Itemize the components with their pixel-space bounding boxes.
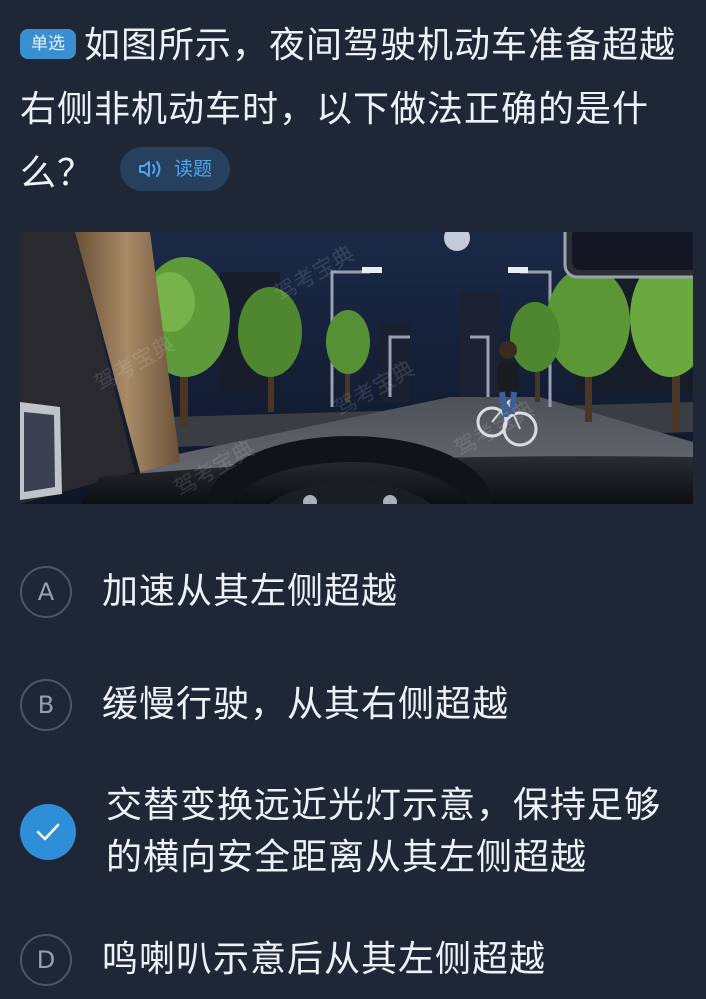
option-a[interactable]: A 加速从其左侧超越: [20, 566, 690, 618]
read-question-button[interactable]: 读题: [120, 147, 231, 191]
option-letter: B: [20, 679, 72, 731]
question-block: 单选 如图所示，夜间驾驶机动车准备超越右侧非机动车时，以下做法正确的是什么？ 读题: [20, 14, 692, 206]
option-text: 交替变换远近光灯示意，保持足够的横向安全距离从其左侧超越: [106, 785, 662, 878]
question-type-badge: 单选: [20, 29, 76, 59]
option-b[interactable]: B 缓慢行驶，从其右侧超越: [20, 679, 690, 731]
read-question-label: 读题: [174, 158, 213, 180]
question-text: 如图所示，夜间驾驶机动车准备超越右侧非机动车时，以下做法正确的是什么？: [20, 25, 677, 194]
speaker-icon: [139, 161, 161, 177]
option-text: 鸣喇叭示意后从其左侧超越: [102, 939, 547, 980]
option-d[interactable]: D 鸣喇叭示意后从其左侧超越: [20, 934, 690, 986]
option-text: 缓慢行驶，从其右侧超越: [102, 684, 510, 725]
night-driving-scene: 驾考宝典 驾考宝典 驾考宝典 驾考宝典 驾考宝典: [20, 232, 693, 504]
option-text: 加速从其左侧超越: [102, 571, 399, 612]
option-letter: D: [20, 934, 72, 986]
option-c-selected[interactable]: 交替变换远近光灯示意，保持足够的横向安全距离从其左侧超越: [20, 780, 690, 884]
question-illustration: 驾考宝典 驾考宝典 驾考宝典 驾考宝典 驾考宝典: [20, 232, 693, 504]
option-letter: A: [20, 566, 72, 618]
check-icon: [20, 804, 76, 860]
